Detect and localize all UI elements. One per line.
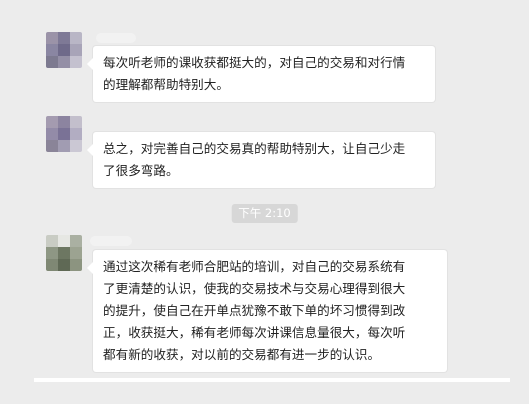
sender-name xyxy=(96,33,136,43)
timestamp: 下午 2:10 xyxy=(231,204,298,223)
avatar[interactable] xyxy=(46,32,82,68)
avatar[interactable] xyxy=(46,116,82,152)
message-bubble[interactable]: 总之，对完善自己的交易真的帮助特别大，让自己少走 了很多弯路。 xyxy=(87,132,435,188)
sender-name xyxy=(90,236,132,246)
message-bubble[interactable]: 通过这次稀有老师合肥站的培训，对自己的交易系统有 了更清楚的认识，使我的交易技术… xyxy=(87,250,447,372)
message-bubble[interactable]: 每次听老师的课收获都挺大的，对自己的交易和对行情 的理解都帮助特别大。 xyxy=(87,46,435,102)
avatar[interactable] xyxy=(46,235,82,271)
input-bar-edge xyxy=(34,378,510,382)
chat-area: 每次听老师的课收获都挺大的，对自己的交易和对行情 的理解都帮助特别大。 总之，对… xyxy=(0,0,529,404)
